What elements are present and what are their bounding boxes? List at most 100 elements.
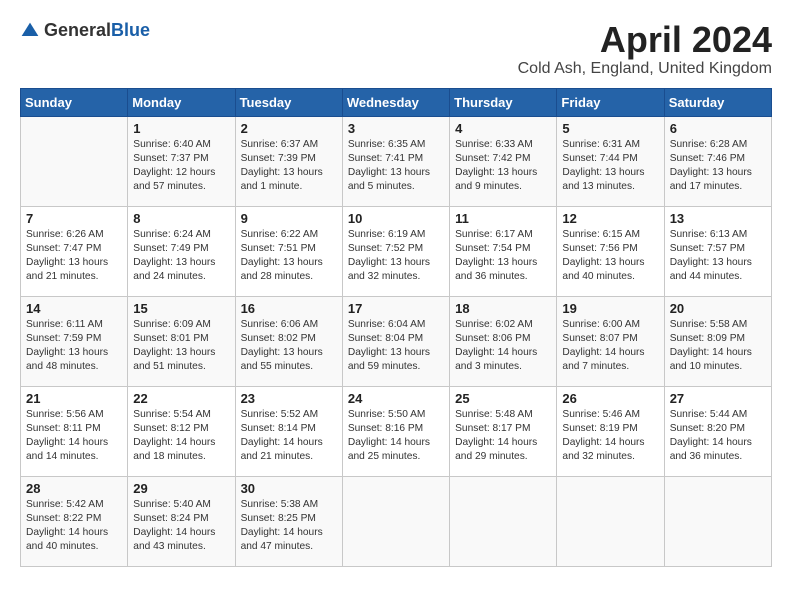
- calendar-cell: 15Sunrise: 6:09 AM Sunset: 8:01 PM Dayli…: [128, 296, 235, 386]
- cell-info: Sunrise: 5:54 AM Sunset: 8:12 PM Dayligh…: [133, 408, 229, 465]
- day-number: 1: [133, 121, 229, 136]
- calendar-cell: [342, 476, 449, 566]
- calendar-cell: 21 Sunrise: 5:56 AM Sunset: 8:11 PM Dayli…: [21, 386, 128, 476]
- cell-info: Sunrise: 6:19 AM Sunset: 7:52 PM Dayligh…: [348, 228, 444, 285]
- month-title: April 2024: [518, 20, 772, 60]
- calendar-cell: 4 Sunrise: 6:33 AM Sunset: 7:42 PM Daylig…: [450, 116, 557, 206]
- day-number: 8: [133, 211, 229, 226]
- day-number: 13: [670, 211, 766, 226]
- cell-info: Sunrise: 5:40 AM Sunset: 8:24 PM Dayligh…: [133, 498, 229, 555]
- cell-info: Sunrise: 6:33 AM Sunset: 7:42 PM Dayligh…: [455, 138, 551, 195]
- title-block: April 2024 Cold Ash, England, United Kin…: [518, 20, 772, 78]
- day-number: 18: [455, 301, 551, 316]
- cell-info: Sunrise: 6:11 AM Sunset: 7:59 PM Dayligh…: [26, 318, 122, 375]
- cell-info: Sunrise: 6:28 AM Sunset: 7:46 PM Dayligh…: [670, 138, 766, 195]
- weekday-header-sunday: Sunday: [21, 88, 128, 116]
- calendar-cell: 30 Sunrise: 5:38 AM Sunset: 8:25 PM Dayli…: [235, 476, 342, 566]
- cell-info: Sunrise: 6:40 AM Sunset: 7:37 PM Dayligh…: [133, 138, 229, 195]
- day-number: 15: [133, 301, 229, 316]
- day-number: 22: [133, 391, 229, 406]
- calendar-cell: 28 Sunrise: 5:42 AM Sunset: 8:22 PM Dayli…: [21, 476, 128, 566]
- day-number: 27: [670, 391, 766, 406]
- day-number: 9: [241, 211, 337, 226]
- day-number: 11: [455, 211, 551, 226]
- day-number: 3: [348, 121, 444, 136]
- day-number: 17: [348, 301, 444, 316]
- day-number: 29: [133, 481, 229, 496]
- cell-info: Sunrise: 6:06 AM Sunset: 8:02 PM Dayligh…: [241, 318, 337, 375]
- day-number: 25: [455, 391, 551, 406]
- day-number: 19: [562, 301, 658, 316]
- logo-icon: [20, 21, 40, 41]
- calendar-cell: 20 Sunrise: 5:58 AM Sunset: 8:09 PM Dayli…: [664, 296, 771, 386]
- location-title: Cold Ash, England, United Kingdom: [518, 60, 772, 78]
- cell-info: Sunrise: 6:15 AM Sunset: 7:56 PM Dayligh…: [562, 228, 658, 285]
- weekday-header-tuesday: Tuesday: [235, 88, 342, 116]
- day-number: 14: [26, 301, 122, 316]
- cell-info: Sunrise: 6:00 AM Sunset: 8:07 PM Dayligh…: [562, 318, 658, 375]
- weekday-header-wednesday: Wednesday: [342, 88, 449, 116]
- day-number: 10: [348, 211, 444, 226]
- day-number: 6: [670, 121, 766, 136]
- calendar-cell: 19 Sunrise: 6:00 AM Sunset: 8:07 PM Dayli…: [557, 296, 664, 386]
- calendar-cell: 29 Sunrise: 5:40 AM Sunset: 8:24 PM Dayli…: [128, 476, 235, 566]
- day-number: 2: [241, 121, 337, 136]
- calendar-cell: [21, 116, 128, 206]
- calendar-cell: 2 Sunrise: 6:37 AM Sunset: 7:39 PM Daylig…: [235, 116, 342, 206]
- cell-info: Sunrise: 5:38 AM Sunset: 8:25 PM Dayligh…: [241, 498, 337, 555]
- calendar-cell: 11 Sunrise: 6:17 AM Sunset: 7:54 PM Dayli…: [450, 206, 557, 296]
- calendar-cell: 14 Sunrise: 6:11 AM Sunset: 7:59 PM Dayli…: [21, 296, 128, 386]
- week-row-3: 14 Sunrise: 6:11 AM Sunset: 7:59 PM Dayli…: [21, 296, 772, 386]
- calendar-cell: 23Sunrise: 5:52 AM Sunset: 8:14 PM Dayli…: [235, 386, 342, 476]
- cell-info: Sunrise: 5:50 AM Sunset: 8:16 PM Dayligh…: [348, 408, 444, 465]
- calendar-cell: 8 Sunrise: 6:24 AM Sunset: 7:49 PM Daylig…: [128, 206, 235, 296]
- day-number: 21: [26, 391, 122, 406]
- cell-info: Sunrise: 5:52 AM Sunset: 8:14 PM Dayligh…: [241, 408, 337, 465]
- day-number: 12: [562, 211, 658, 226]
- cell-info: Sunrise: 5:56 AM Sunset: 8:11 PM Dayligh…: [26, 408, 122, 465]
- calendar-cell: 7 Sunrise: 6:26 AM Sunset: 7:47 PM Daylig…: [21, 206, 128, 296]
- day-number: 28: [26, 481, 122, 496]
- logo-general: General: [44, 20, 111, 40]
- cell-info: Sunrise: 5:44 AM Sunset: 8:20 PM Dayligh…: [670, 408, 766, 465]
- header: GeneralBlue April 2024 Cold Ash, England…: [20, 20, 772, 78]
- calendar-cell: 16 Sunrise: 6:06 AM Sunset: 8:02 PM Dayli…: [235, 296, 342, 386]
- day-number: 20: [670, 301, 766, 316]
- day-number: 7: [26, 211, 122, 226]
- day-number: 30: [241, 481, 337, 496]
- cell-info: Sunrise: 6:37 AM Sunset: 7:39 PM Dayligh…: [241, 138, 337, 195]
- cell-info: Sunrise: 6:26 AM Sunset: 7:47 PM Dayligh…: [26, 228, 122, 285]
- calendar-cell: 26Sunrise: 5:46 AM Sunset: 8:19 PM Dayli…: [557, 386, 664, 476]
- calendar-cell: [450, 476, 557, 566]
- weekday-header-row: SundayMondayTuesdayWednesdayThursdayFrid…: [21, 88, 772, 116]
- cell-info: Sunrise: 6:04 AM Sunset: 8:04 PM Dayligh…: [348, 318, 444, 375]
- day-number: 16: [241, 301, 337, 316]
- cell-info: Sunrise: 5:42 AM Sunset: 8:22 PM Dayligh…: [26, 498, 122, 555]
- calendar-cell: 27 Sunrise: 5:44 AM Sunset: 8:20 PM Dayli…: [664, 386, 771, 476]
- week-row-5: 28 Sunrise: 5:42 AM Sunset: 8:22 PM Dayli…: [21, 476, 772, 566]
- cell-info: Sunrise: 5:48 AM Sunset: 8:17 PM Dayligh…: [455, 408, 551, 465]
- calendar-cell: 18Sunrise: 6:02 AM Sunset: 8:06 PM Dayli…: [450, 296, 557, 386]
- week-row-1: 1 Sunrise: 6:40 AM Sunset: 7:37 PM Daylig…: [21, 116, 772, 206]
- calendar-cell: 25 Sunrise: 5:48 AM Sunset: 8:17 PM Dayli…: [450, 386, 557, 476]
- cell-info: Sunrise: 6:13 AM Sunset: 7:57 PM Dayligh…: [670, 228, 766, 285]
- calendar-table: SundayMondayTuesdayWednesdayThursdayFrid…: [20, 88, 772, 567]
- day-number: 4: [455, 121, 551, 136]
- cell-info: Sunrise: 5:58 AM Sunset: 8:09 PM Dayligh…: [670, 318, 766, 375]
- weekday-header-saturday: Saturday: [664, 88, 771, 116]
- cell-info: Sunrise: 6:24 AM Sunset: 7:49 PM Dayligh…: [133, 228, 229, 285]
- calendar-cell: 17 Sunrise: 6:04 AM Sunset: 8:04 PM Dayli…: [342, 296, 449, 386]
- cell-info: Sunrise: 6:22 AM Sunset: 7:51 PM Dayligh…: [241, 228, 337, 285]
- day-number: 24: [348, 391, 444, 406]
- calendar-cell: 24 Sunrise: 5:50 AM Sunset: 8:16 PM Dayli…: [342, 386, 449, 476]
- calendar-cell: 12 Sunrise: 6:15 AM Sunset: 7:56 PM Dayli…: [557, 206, 664, 296]
- calendar-cell: 5Sunrise: 6:31 AM Sunset: 7:44 PM Daylig…: [557, 116, 664, 206]
- calendar-cell: 10 Sunrise: 6:19 AM Sunset: 7:52 PM Dayli…: [342, 206, 449, 296]
- cell-info: Sunrise: 6:35 AM Sunset: 7:41 PM Dayligh…: [348, 138, 444, 195]
- weekday-header-monday: Monday: [128, 88, 235, 116]
- cell-info: Sunrise: 6:17 AM Sunset: 7:54 PM Dayligh…: [455, 228, 551, 285]
- day-number: 5: [562, 121, 658, 136]
- weekday-header-thursday: Thursday: [450, 88, 557, 116]
- week-row-4: 21 Sunrise: 5:56 AM Sunset: 8:11 PM Dayli…: [21, 386, 772, 476]
- calendar-cell: 6 Sunrise: 6:28 AM Sunset: 7:46 PM Daylig…: [664, 116, 771, 206]
